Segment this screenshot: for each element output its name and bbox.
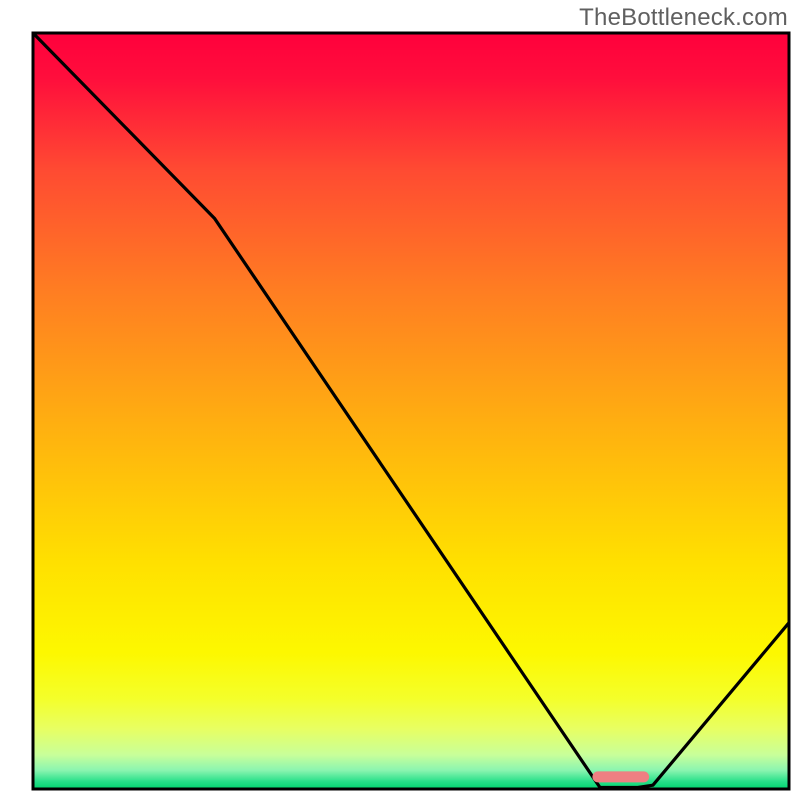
optimal-range-marker — [592, 771, 649, 782]
bottleneck-chart — [0, 0, 800, 800]
watermark-text: TheBottleneck.com — [579, 4, 788, 32]
plot-background — [33, 33, 789, 789]
chart-container: TheBottleneck.com — [0, 0, 800, 800]
